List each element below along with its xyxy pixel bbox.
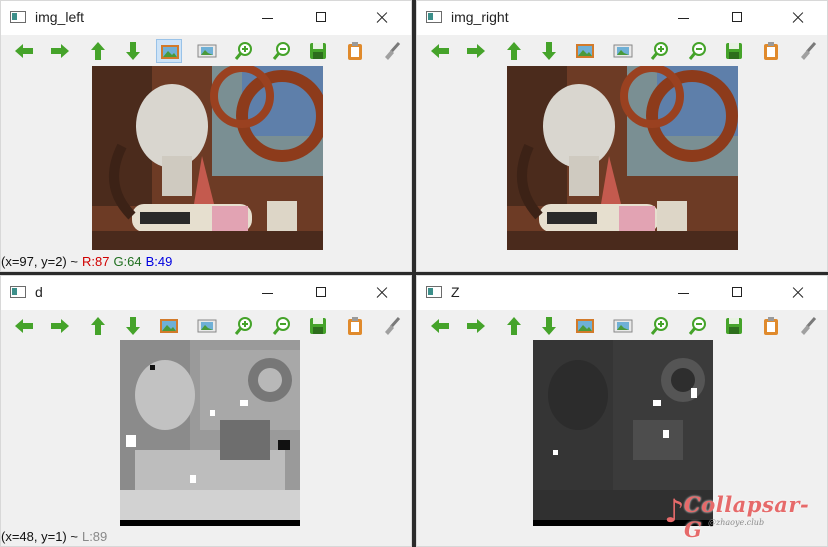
arrow-down-button[interactable] (120, 39, 146, 63)
image-view[interactable] (120, 340, 300, 526)
window-icon (10, 11, 26, 23)
status-coords: (x=48, y=1) ~ (1, 529, 78, 544)
minimize-button[interactable] (667, 280, 701, 306)
zoom-in-button[interactable] (647, 314, 673, 338)
scene-image (92, 66, 323, 250)
arrow-up-button[interactable] (501, 314, 527, 338)
toolbar (417, 35, 827, 65)
zoom-area-button[interactable] (194, 39, 220, 63)
arrow-right-button[interactable] (47, 314, 73, 338)
status-b: B:49 (145, 254, 173, 269)
status-g: G:64 (113, 254, 142, 269)
close-button[interactable] (365, 280, 399, 306)
zoom-in-button[interactable] (231, 39, 257, 63)
window-title: Z (451, 284, 460, 300)
arrow-up-button[interactable] (85, 39, 111, 63)
copy-button[interactable] (758, 39, 784, 63)
maximize-button[interactable] (721, 280, 755, 306)
arrow-down-button[interactable] (536, 39, 562, 63)
status-bar: (x=48, y=1) ~ L:89 (1, 528, 411, 546)
watermark: ♪ Collapsar-G @zhaoye.club (664, 486, 824, 542)
properties-button[interactable] (379, 39, 405, 63)
save-button[interactable] (721, 39, 747, 63)
arrow-right-button[interactable] (47, 39, 73, 63)
arrow-left-button[interactable] (427, 314, 453, 338)
toolbar (1, 35, 411, 65)
status-bar: (x=97, y=2) ~ R:87 G:64 B:49 (1, 253, 411, 271)
zoom-in-button[interactable] (231, 314, 257, 338)
fit-image-button[interactable] (156, 39, 182, 63)
properties-button[interactable] (795, 314, 821, 338)
save-button[interactable] (305, 314, 331, 338)
window-icon (426, 11, 442, 23)
arrow-right-button[interactable] (463, 314, 489, 338)
status-r: R:87 (81, 254, 110, 269)
minimize-button[interactable] (251, 280, 285, 306)
arrow-left-button[interactable] (427, 39, 453, 63)
window-title: img_left (35, 9, 85, 25)
arrow-left-button[interactable] (11, 314, 37, 338)
fit-image-button[interactable] (572, 39, 598, 63)
zoom-area-button[interactable] (610, 314, 636, 338)
window-title: d (35, 284, 43, 300)
zoom-out-button[interactable] (269, 314, 295, 338)
window-d: d (x=48, y=1) ~ L:89 (0, 275, 412, 547)
titlebar[interactable]: img_left (1, 1, 411, 35)
fit-image-button[interactable] (156, 314, 182, 338)
image-view[interactable] (507, 66, 738, 250)
window-icon (10, 286, 26, 298)
arrow-right-button[interactable] (463, 39, 489, 63)
titlebar[interactable]: Z (417, 276, 827, 310)
close-button[interactable] (781, 280, 815, 306)
maximize-button[interactable] (721, 5, 755, 31)
watermark-sub: @zhaoye.club (708, 518, 765, 527)
copy-button[interactable] (342, 314, 368, 338)
fit-image-button[interactable] (572, 314, 598, 338)
properties-button[interactable] (379, 314, 405, 338)
zoom-area-button[interactable] (610, 39, 636, 63)
close-button[interactable] (365, 5, 399, 31)
arrow-left-button[interactable] (11, 39, 37, 63)
close-button[interactable] (781, 5, 815, 31)
disparity-image (120, 340, 300, 526)
titlebar[interactable]: d (1, 276, 411, 310)
zoom-area-button[interactable] (194, 314, 220, 338)
titlebar[interactable]: img_right (417, 1, 827, 35)
toolbar (1, 310, 411, 340)
status-coords: (x=97, y=2) ~ (1, 254, 78, 269)
zoom-out-button[interactable] (685, 39, 711, 63)
status-l: L:89 (81, 529, 108, 544)
arrow-down-button[interactable] (120, 314, 146, 338)
maximize-button[interactable] (305, 280, 339, 306)
image-view[interactable] (92, 66, 323, 250)
toolbar (417, 310, 827, 340)
treble-clef-icon: ♪ (664, 492, 685, 530)
zoom-out-button[interactable] (685, 314, 711, 338)
zoom-out-button[interactable] (269, 39, 295, 63)
minimize-button[interactable] (251, 5, 285, 31)
save-button[interactable] (305, 39, 331, 63)
scene-image (507, 66, 738, 250)
window-title: img_right (451, 9, 509, 25)
arrow-up-button[interactable] (85, 314, 111, 338)
save-button[interactable] (721, 314, 747, 338)
arrow-down-button[interactable] (536, 314, 562, 338)
window-icon (426, 286, 442, 298)
copy-button[interactable] (758, 314, 784, 338)
watermark-text: Collapsar-G (684, 492, 810, 542)
properties-button[interactable] (795, 39, 821, 63)
arrow-up-button[interactable] (501, 39, 527, 63)
window-img-left: img_left (x=97, y=2) ~ R:87 G:64 B:49 (0, 0, 412, 272)
window-img-right: img_right (416, 0, 828, 272)
maximize-button[interactable] (305, 5, 339, 31)
minimize-button[interactable] (667, 5, 701, 31)
copy-button[interactable] (342, 39, 368, 63)
zoom-in-button[interactable] (647, 39, 673, 63)
